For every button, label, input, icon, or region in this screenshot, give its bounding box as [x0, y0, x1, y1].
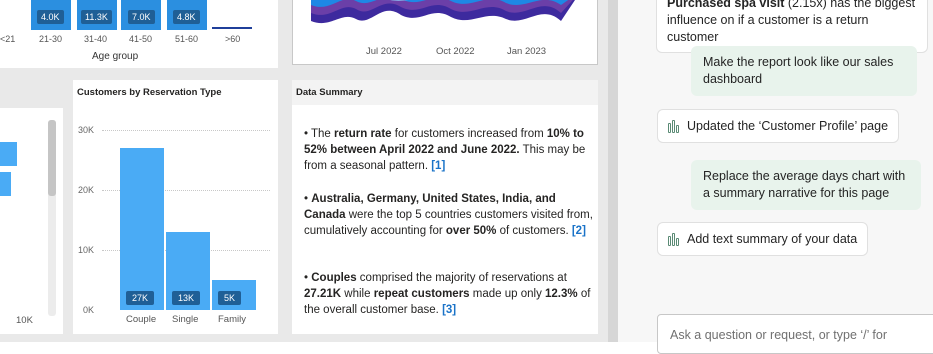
left-axis-tick: 10K — [16, 315, 33, 326]
reservation-bar[interactable] — [120, 148, 164, 310]
copilot-icon — [668, 232, 680, 246]
age-tick: 51-60 — [175, 34, 199, 44]
left-bar — [0, 142, 17, 166]
timeline-card[interactable]: Jul 2022 Oct 2022 Jan 2023 — [292, 0, 598, 65]
age-value-label: 4.0K — [37, 10, 64, 24]
user-message: Make the report look like our sales dash… — [691, 46, 917, 96]
x-tick: Single — [172, 314, 199, 325]
gridline — [102, 130, 270, 131]
age-value-label: 7.0K — [128, 10, 155, 24]
age-value-label: 11.3K — [81, 10, 112, 24]
x-tick: Family — [218, 314, 246, 325]
copilot-icon — [668, 119, 680, 133]
timeline-tick: Jan 2023 — [507, 46, 547, 57]
scrollbar[interactable] — [48, 120, 56, 316]
citation-link[interactable]: [2] — [572, 225, 586, 237]
timeline-tick: Jul 2022 — [366, 46, 402, 57]
report-canvas: 4.0K 11.3K 7.0K 4.8K <21 21-30 31-40 41-… — [0, 0, 608, 342]
y-tick: 10K — [77, 245, 94, 255]
age-group-card[interactable]: 4.0K 11.3K 7.0K 4.8K <21 21-30 31-40 41-… — [0, 0, 278, 68]
summary-title: Data Summary — [296, 87, 363, 98]
assistant-message: Add text summary of your data — [657, 222, 869, 256]
left-bar — [0, 172, 11, 196]
copilot-chat-pane: Purchased spa visit (2.15x) has the bigg… — [618, 0, 933, 342]
age-tick: 31-40 — [84, 34, 108, 44]
y-tick: 0K — [82, 305, 94, 315]
left-chart-card[interactable]: 10K — [0, 108, 63, 334]
age-axis-title: Age group — [92, 51, 139, 62]
y-tick: 20K — [77, 185, 94, 195]
age-value-label: 4.8K — [173, 10, 200, 24]
age-tick: >60 — [225, 34, 241, 44]
scrollbar-thumb[interactable] — [48, 120, 56, 196]
x-tick: Couple — [126, 314, 157, 325]
summary-item-3: • Couples comprised the majority of rese… — [304, 272, 591, 316]
user-message: Replace the average days chart with a su… — [691, 160, 921, 210]
summary-item-2: • Australia, Germany, United States, Ind… — [304, 193, 593, 237]
age-tick: 21-30 — [39, 34, 63, 44]
chat-input[interactable]: Ask a question or request, or type ‘/’ f… — [657, 314, 933, 354]
stream-chart — [311, 0, 575, 23]
pane-divider[interactable] — [608, 0, 618, 342]
age-tick: 41-50 — [129, 34, 153, 44]
bar-value-label: 13K — [172, 291, 201, 305]
assistant-message: Updated the ‘Customer Profile’ page — [657, 109, 900, 143]
bar-value-label: 27K — [126, 291, 155, 305]
citation-link[interactable]: [3] — [442, 304, 456, 316]
age-tick: <21 — [0, 34, 16, 44]
citation-link[interactable]: [1] — [431, 160, 445, 172]
timeline-tick: Oct 2022 — [436, 46, 475, 57]
reservation-title: Customers by Reservation Type — [77, 87, 222, 98]
bar-value-label: 5K — [218, 291, 242, 305]
summary-item-1: • The return rate for customers increase… — [304, 128, 586, 172]
bar-over-60 — [212, 27, 252, 29]
y-tick: 30K — [77, 125, 94, 135]
